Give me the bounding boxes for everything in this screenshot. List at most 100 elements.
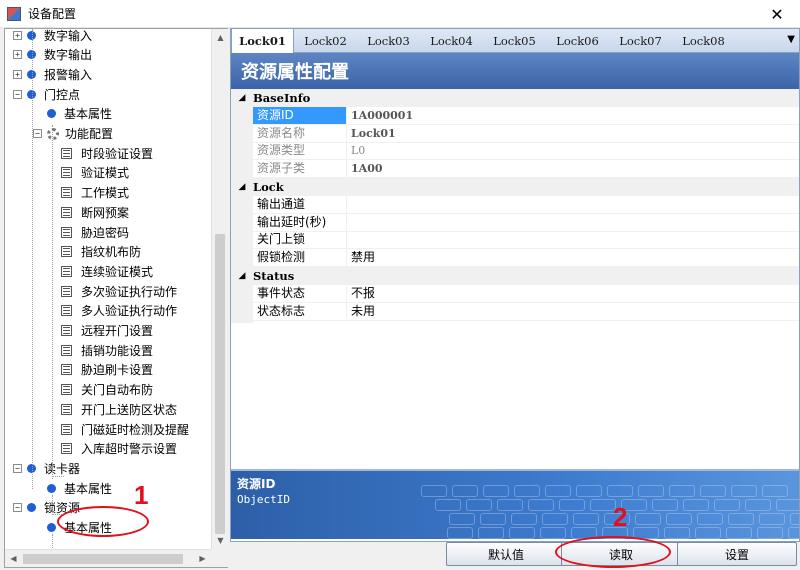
- collapse-icon[interactable]: −: [13, 463, 22, 473]
- config-item-icon: [61, 187, 72, 199]
- node-dot-icon: [47, 483, 56, 493]
- tree-item[interactable]: 时段验证设置: [61, 143, 153, 163]
- tab-lock04[interactable]: Lock04: [420, 29, 483, 53]
- tab-lock07[interactable]: Lock07: [609, 29, 672, 53]
- property-value[interactable]: [348, 196, 799, 213]
- property-value[interactable]: 不报: [348, 285, 799, 302]
- set-button[interactable]: 设置: [677, 542, 797, 566]
- tree-item[interactable]: 远程开门设置: [61, 321, 153, 341]
- property-value[interactable]: L0: [348, 142, 799, 159]
- tree-item[interactable]: 关门自动布防: [61, 380, 153, 400]
- scroll-left-icon[interactable]: ◀: [5, 550, 22, 567]
- category-row[interactable]: ◢ Status: [231, 267, 799, 285]
- property-row[interactable]: 输出延时(秒): [253, 213, 799, 232]
- keyboard-key-graphic: [666, 513, 692, 525]
- collapse-icon[interactable]: −: [33, 129, 42, 138]
- collapse-icon[interactable]: −: [13, 89, 22, 99]
- property-row[interactable]: 输出通道: [253, 195, 799, 214]
- keyboard-key-graphic: [664, 527, 690, 539]
- node-dot-icon: [47, 523, 56, 532]
- tab-lock02[interactable]: Lock02: [294, 29, 357, 53]
- tree-item-label: 读卡器: [44, 461, 81, 476]
- tree-vertical-scrollbar[interactable]: ▲ ▼: [211, 29, 228, 549]
- tree-item[interactable]: 多次验证执行动作: [61, 281, 177, 301]
- tree-item-label: 基本属性: [64, 107, 113, 122]
- property-value[interactable]: Lock01: [348, 125, 799, 142]
- expand-icon[interactable]: +: [13, 30, 22, 40]
- collapse-icon[interactable]: −: [13, 503, 22, 513]
- keyboard-key-graphic: [788, 527, 799, 539]
- scroll-down-icon[interactable]: ▼: [212, 532, 229, 549]
- tree-item[interactable]: 多人验证执行动作: [61, 301, 177, 321]
- tree-item[interactable]: − 功能配置: [33, 124, 113, 144]
- property-name: 状态标志: [253, 302, 347, 320]
- tree-item[interactable]: + 数字输入: [13, 29, 92, 45]
- tab-lock08[interactable]: Lock08: [672, 29, 735, 53]
- property-value[interactable]: 1A00: [348, 160, 799, 177]
- config-item-icon: [61, 384, 72, 396]
- tree-item[interactable]: 入库超时警示设置: [61, 439, 177, 459]
- property-value[interactable]: [348, 214, 799, 231]
- scroll-thumb[interactable]: [215, 234, 225, 534]
- expand-icon[interactable]: +: [13, 50, 22, 60]
- category-row[interactable]: ◢ Lock: [231, 178, 799, 196]
- tree-item[interactable]: 验证模式: [61, 163, 129, 183]
- tab-lock06[interactable]: Lock06: [546, 29, 609, 53]
- tree-item[interactable]: + 报警输入: [13, 64, 92, 84]
- keyboard-key-graphic: [449, 513, 475, 525]
- tree-item[interactable]: 断网预案: [61, 202, 129, 222]
- hscroll-thumb[interactable]: [23, 554, 183, 564]
- keyboard-key-graphic: [762, 485, 788, 497]
- tab-lock03[interactable]: Lock03: [357, 29, 420, 53]
- default-button[interactable]: 默认值: [446, 542, 566, 566]
- expand-icon[interactable]: +: [13, 69, 22, 79]
- property-row[interactable]: 关门上锁: [253, 231, 799, 250]
- collapse-caret-icon[interactable]: ◢: [231, 93, 253, 103]
- property-value[interactable]: 1A000001: [348, 107, 799, 124]
- tree-item[interactable]: 基本属性: [47, 478, 112, 498]
- tab-lock05[interactable]: Lock05: [483, 29, 546, 53]
- tree-item[interactable]: 胁迫刷卡设置: [61, 360, 153, 380]
- tree-item[interactable]: 插销功能设置: [61, 340, 153, 360]
- property-row[interactable]: 资源ID 1A000001: [253, 106, 799, 125]
- config-item-icon: [61, 403, 72, 415]
- property-row[interactable]: 资源类型 L0: [253, 142, 799, 161]
- close-button[interactable]: ✕: [754, 0, 800, 28]
- property-value[interactable]: 禁用: [348, 249, 799, 266]
- property-value[interactable]: [348, 231, 799, 248]
- tree-item[interactable]: 开门上送防区状态: [61, 399, 177, 419]
- tree-item-label: 基本属性: [64, 481, 113, 496]
- tab-lock01[interactable]: Lock01: [231, 29, 294, 53]
- tree-item-label: 数字输出: [44, 48, 93, 63]
- node-dot-icon: [47, 109, 56, 119]
- tree-item[interactable]: 门磁延时检测及提醒: [61, 419, 189, 439]
- property-row[interactable]: 假锁检测 禁用: [253, 249, 799, 268]
- collapse-caret-icon[interactable]: ◢: [231, 182, 253, 192]
- tree-item[interactable]: − 门控点: [13, 84, 80, 104]
- collapse-caret-icon[interactable]: ◢: [231, 271, 253, 281]
- config-item-icon: [61, 344, 72, 356]
- tab-dropdown-icon[interactable]: ▼: [787, 34, 795, 45]
- tree-item[interactable]: 指纹机布防: [61, 242, 141, 262]
- config-item-icon: [61, 167, 72, 179]
- tree-horizontal-scrollbar[interactable]: ◀ ▶: [5, 549, 211, 567]
- tree-item[interactable]: − 读卡器: [13, 458, 80, 478]
- keyboard-key-graphic: [483, 485, 509, 497]
- tree-item[interactable]: + 数字输出: [13, 45, 92, 65]
- scroll-right-icon[interactable]: ▶: [194, 550, 211, 567]
- scroll-up-icon[interactable]: ▲: [212, 29, 229, 46]
- keyboard-key-graphic: [452, 485, 478, 497]
- property-name: 假锁检测: [253, 249, 347, 267]
- property-row[interactable]: 资源名称 Lock01: [253, 124, 799, 143]
- property-row[interactable]: 事件状态 不报: [253, 284, 799, 303]
- keyboard-key-graphic: [759, 513, 785, 525]
- property-value[interactable]: 未用: [348, 303, 799, 320]
- tree-item-label: 远程开门设置: [81, 324, 154, 338]
- tree-item[interactable]: 胁迫密码: [61, 222, 129, 242]
- tree-item[interactable]: 连续验证模式: [61, 261, 153, 281]
- tree-item[interactable]: 工作模式: [61, 183, 129, 203]
- property-row[interactable]: 状态标志 未用: [253, 302, 799, 321]
- property-row[interactable]: 资源子类 1A00: [253, 160, 799, 179]
- tree-item[interactable]: 基本属性: [47, 104, 112, 124]
- category-row[interactable]: ◢ BaseInfo: [231, 89, 799, 107]
